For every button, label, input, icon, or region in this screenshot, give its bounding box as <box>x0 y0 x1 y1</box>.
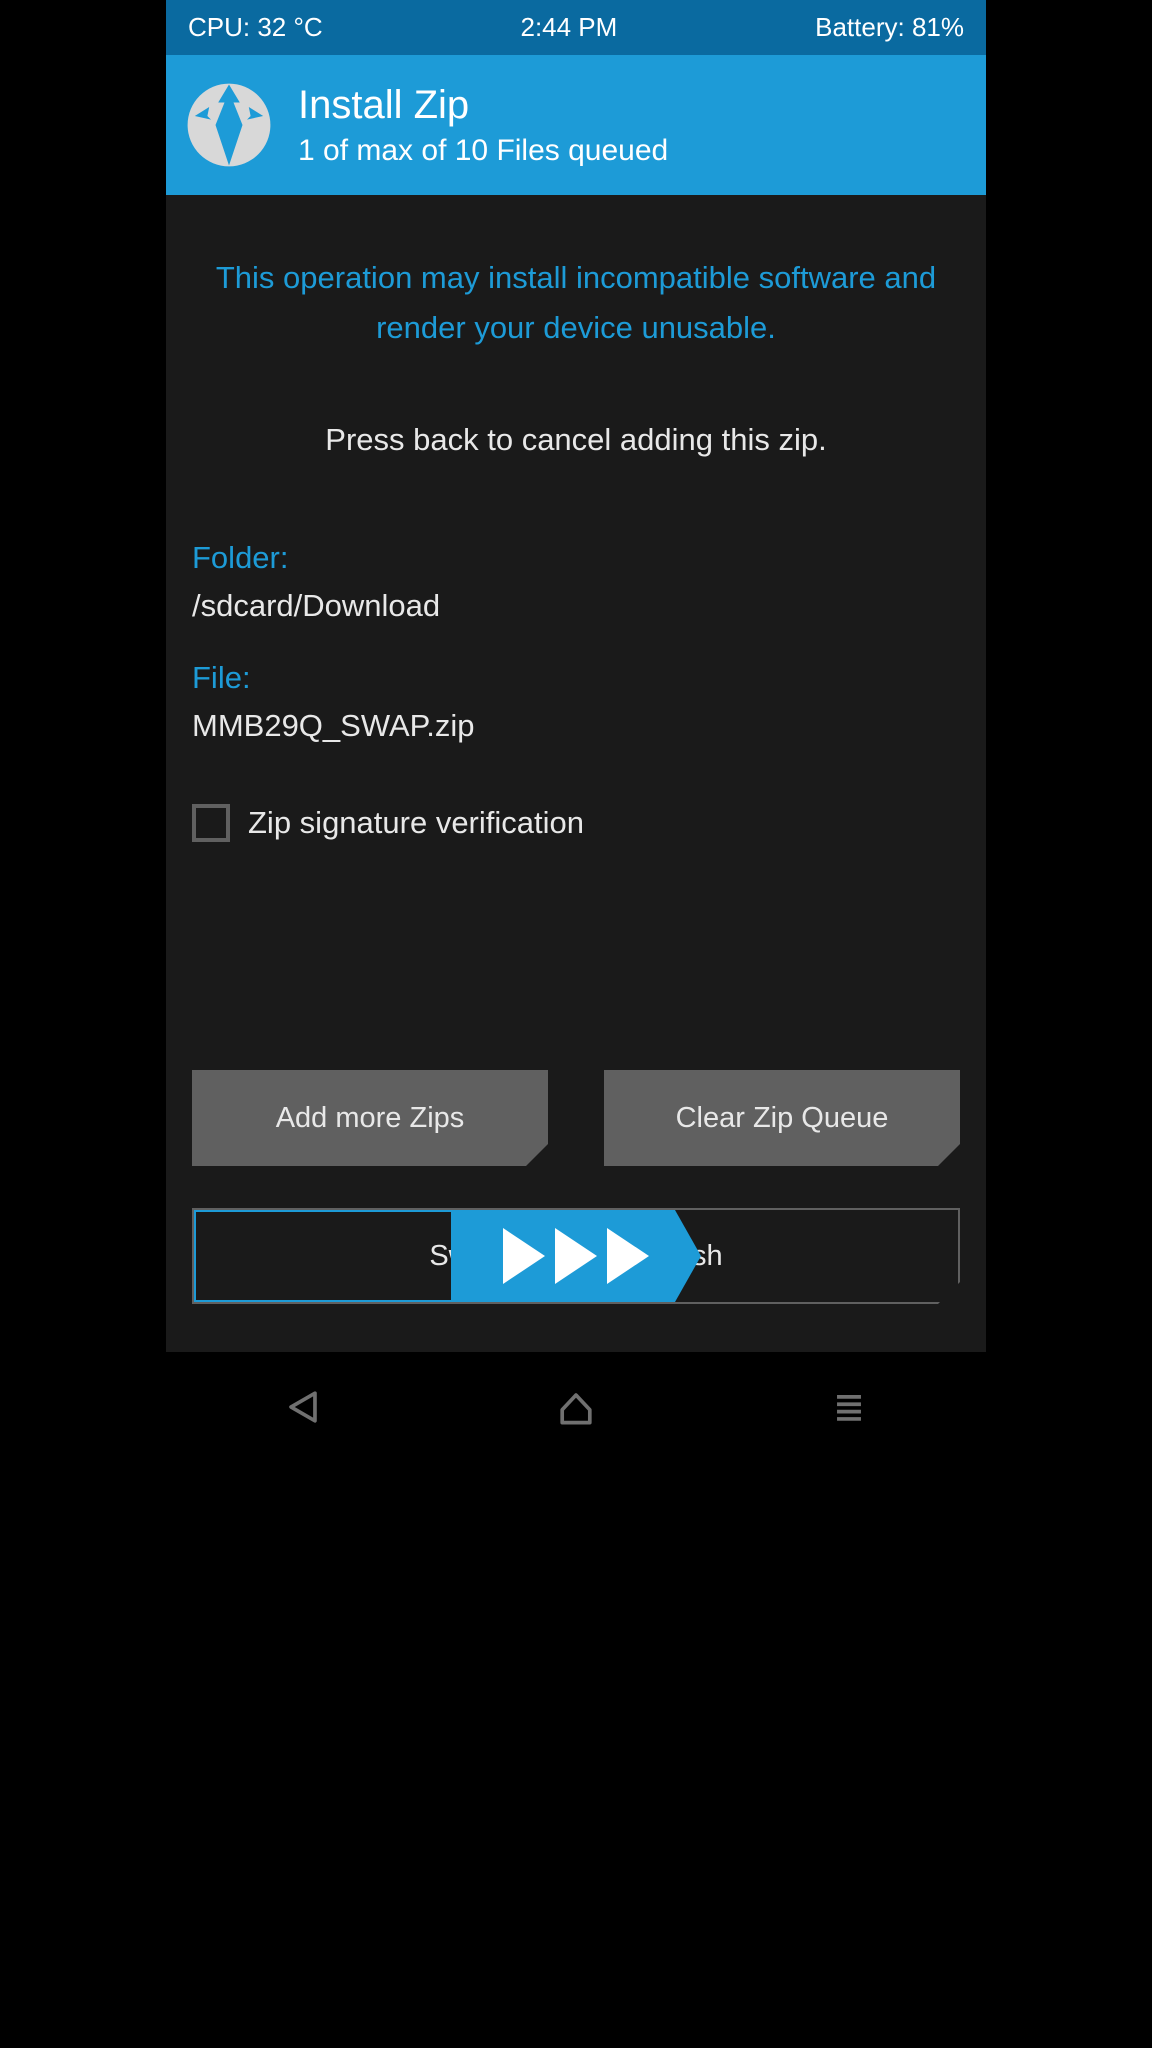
add-more-zips-button[interactable]: Add more Zips <box>192 1070 548 1166</box>
instruction-text: Press back to cancel adding this zip. <box>192 422 960 458</box>
checkbox-label: Zip signature verification <box>248 805 584 841</box>
clear-queue-label: Clear Zip Queue <box>676 1102 889 1135</box>
signature-verification-checkbox[interactable]: Zip signature verification <box>192 804 960 842</box>
main-content: This operation may install incompatible … <box>166 195 986 1352</box>
swipe-confirm-slider[interactable]: Swipe to confirm Flash <box>192 1208 960 1304</box>
cpu-temp: CPU: 32 °C <box>188 12 323 43</box>
status-bar: CPU: 32 °C 2:44 PM Battery: 81% <box>166 0 986 55</box>
queue-status: 1 of max of 10 Files queued <box>298 134 668 168</box>
file-label: File: <box>192 660 960 696</box>
battery-status: Battery: 81% <box>815 12 964 43</box>
header-text: Install Zip 1 of max of 10 Files queued <box>298 83 668 168</box>
add-more-label: Add more Zips <box>276 1102 465 1135</box>
file-info-section: Folder: /sdcard/Download File: MMB29Q_SW… <box>192 540 960 780</box>
action-buttons: Add more Zips Clear Zip Queue <box>192 1070 960 1166</box>
slider-handle[interactable] <box>451 1210 701 1302</box>
arrow-right-icon <box>503 1228 545 1284</box>
back-button[interactable] <box>277 1381 329 1433</box>
arrow-right-icon <box>607 1228 649 1284</box>
twrp-logo-icon <box>184 80 274 170</box>
file-name: MMB29Q_SWAP.zip <box>192 708 960 744</box>
folder-path: /sdcard/Download <box>192 588 960 624</box>
menu-button[interactable] <box>823 1381 875 1433</box>
folder-label: Folder: <box>192 540 960 576</box>
warning-text: This operation may install incompatible … <box>192 253 960 352</box>
checkbox-icon <box>192 804 230 842</box>
home-button[interactable] <box>550 1381 602 1433</box>
clear-zip-queue-button[interactable]: Clear Zip Queue <box>604 1070 960 1166</box>
clock: 2:44 PM <box>520 12 617 43</box>
page-title: Install Zip <box>298 83 668 128</box>
navigation-bar <box>166 1352 986 1462</box>
app-header: Install Zip 1 of max of 10 Files queued <box>166 55 986 195</box>
arrow-right-icon <box>555 1228 597 1284</box>
device-screen: CPU: 32 °C 2:44 PM Battery: 81% Install … <box>166 0 986 1462</box>
